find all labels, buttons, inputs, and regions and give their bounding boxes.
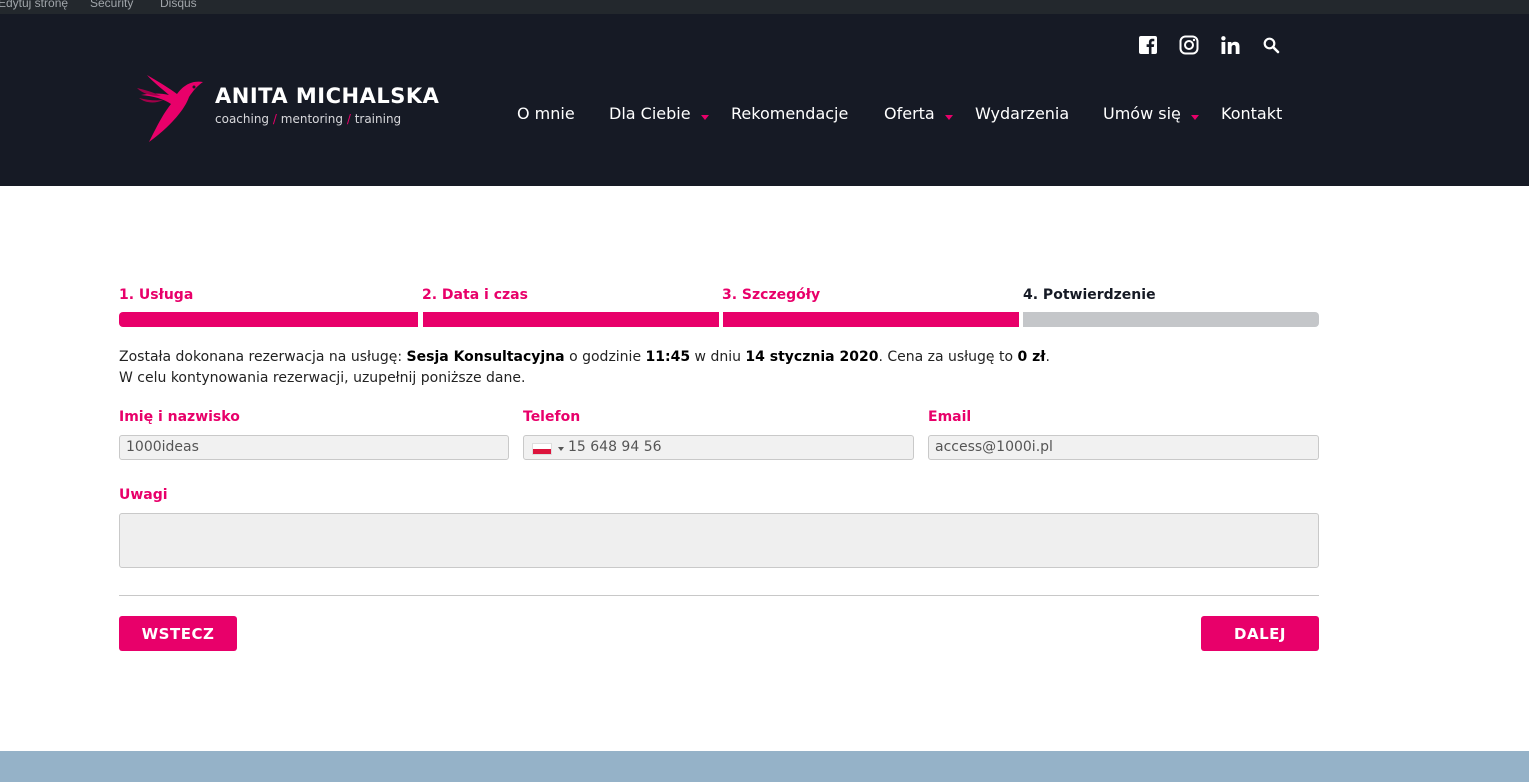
next-button[interactable]: DALEJ [1201,616,1319,651]
phone-input[interactable]: 15 648 94 56 [523,435,914,460]
booking-date: 14 stycznia 2020 [745,349,879,365]
service-name: Sesja Konsultacyjna [406,349,565,365]
booking-summary: Została dokonana rezerwacja na usługę: S… [119,347,1050,389]
hummingbird-logo-icon [137,75,203,142]
step-bar-data-i-czas [423,312,719,327]
summary-text: . Cena za usługę to [878,349,1018,365]
summary-text: . [1045,349,1050,365]
site-logo[interactable]: ANITA MICHALSKA coaching / mentoring / t… [137,74,457,154]
step-label-potwierdzenie: 4. Potwierdzenie [1023,287,1156,303]
admin-disqus-link[interactable]: Disqus [160,0,197,10]
step-label-usluga: 1. Usługa [119,287,194,303]
tagline-separator: / [346,112,351,126]
summary-text: Została dokonana rezerwacja na usługę: [119,349,407,365]
tagline-mentoring: mentoring [280,112,343,126]
phone-value: 15 648 94 56 [568,439,662,455]
admin-security-link[interactable]: Security [90,0,133,10]
form-divider [119,595,1319,596]
poland-flag-icon[interactable] [532,443,552,455]
tagline-coaching: coaching [215,112,270,126]
nav-rekomendacje[interactable]: Rekomendacje [731,104,848,123]
nav-oferta[interactable]: Oferta [884,104,935,123]
chevron-down-icon[interactable] [1191,115,1199,120]
logo-tagline: coaching / mentoring / training [215,112,401,126]
booking-price: 0 zł [1017,349,1046,365]
chevron-down-icon[interactable] [701,115,709,120]
country-dropdown-icon[interactable] [558,447,564,451]
footer-band [0,751,1529,782]
instagram-icon[interactable] [1179,35,1199,55]
email-input[interactable]: access@1000i.pl [928,435,1319,460]
nav-wydarzenia[interactable]: Wydarzenia [975,104,1069,123]
name-label: Imię i nazwisko [119,409,240,425]
name-input[interactable]: 1000ideas [119,435,509,460]
facebook-icon[interactable] [1138,35,1158,55]
step-label-szczegoly: 3. Szczegóły [722,287,821,303]
back-button[interactable]: WSTECZ [119,616,237,651]
notes-label: Uwagi [119,487,168,503]
nav-kontakt[interactable]: Kontakt [1221,104,1282,123]
phone-label: Telefon [523,409,581,425]
admin-edit-page-link[interactable]: Edytuj stronę [0,0,68,10]
nav-umow-sie[interactable]: Umów się [1103,104,1181,123]
summary-text: w dniu [690,349,746,365]
logo-name: ANITA MICHALSKA [215,84,440,108]
tagline-separator: / [272,112,277,126]
booking-instruction: W celu kontynowania rezerwacji, uzupełni… [119,370,526,386]
site-header: ANITA MICHALSKA coaching / mentoring / t… [0,14,1529,186]
summary-text: o godzinie [564,349,646,365]
search-icon[interactable] [1261,35,1281,55]
admin-bar: Edytuj stronę Security Disqus [0,0,1529,14]
step-bar-usluga [119,312,418,327]
nav-dla-ciebie[interactable]: Dla Ciebie [609,104,691,123]
step-label-data-i-czas: 2. Data i czas [422,287,528,303]
booking-time: 11:45 [645,349,691,365]
booking-summary-line: Została dokonana rezerwacja na usługę: S… [119,347,1050,368]
notes-textarea[interactable] [119,513,1319,568]
chevron-down-icon[interactable] [945,115,953,120]
linkedin-icon[interactable] [1220,35,1240,55]
email-label: Email [928,409,972,425]
tagline-training: training [354,112,402,126]
step-bar-szczegoly [723,312,1019,327]
nav-o-mnie[interactable]: O mnie [517,104,575,123]
step-bar-potwierdzenie [1023,312,1319,327]
